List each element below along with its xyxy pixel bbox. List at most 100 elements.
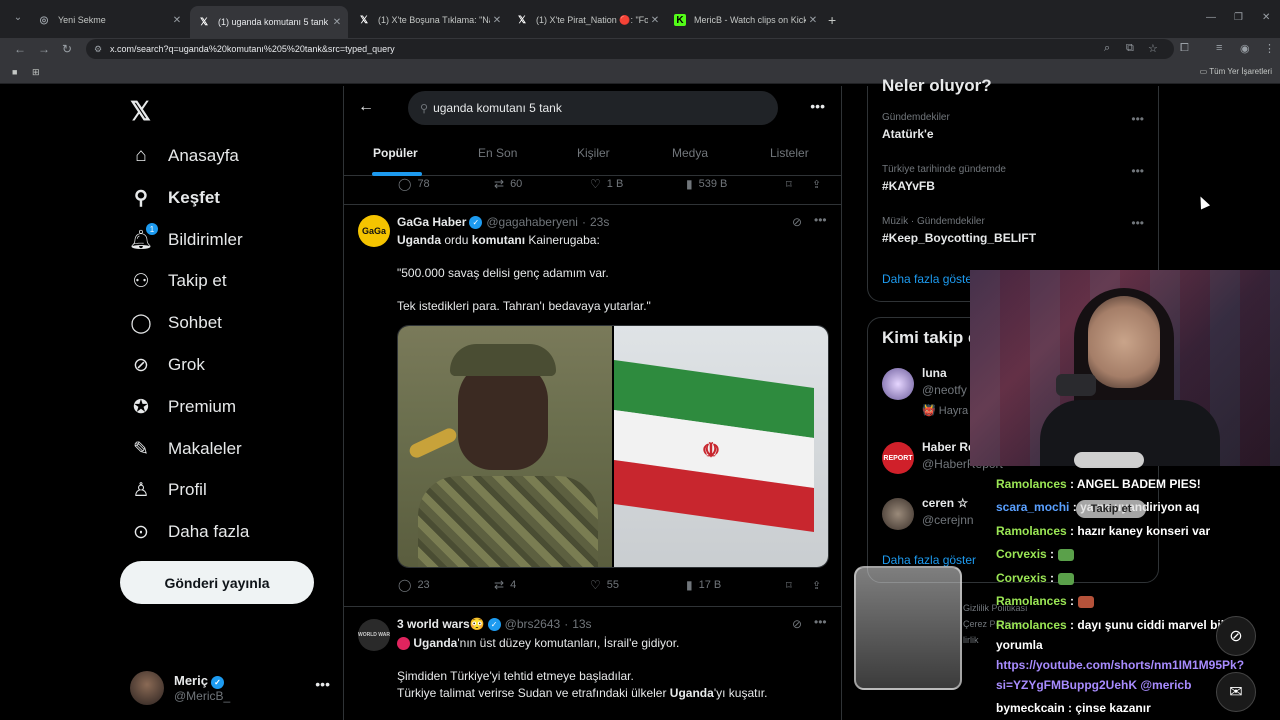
like-button[interactable]: ♡ 1 B (590, 177, 686, 191)
author-handle[interactable]: @brs2643 (505, 617, 561, 631)
repost-button[interactable]: ⇄ 4 (494, 578, 590, 592)
avatar[interactable]: GaGa (358, 215, 390, 247)
trend-item[interactable]: Müzik · Gündemdekiler #Keep_Boycotting_B… (882, 216, 1152, 245)
tab-x-pirat[interactable]: 𝕏 (1) X'te Pirat_Nation 🔴: "Form ✕ (508, 8, 666, 32)
chat-mention[interactable]: @mericb (1140, 678, 1191, 692)
search-input[interactable]: ⚲ uganda komutanı 5 tank (408, 91, 778, 125)
views-button[interactable]: ▮ 17 B (686, 578, 786, 592)
address-bar[interactable]: ⚙ x.com/search?q=uganda%20komutanı%205%2… (86, 39, 1174, 59)
more-icon[interactable]: ••• (1131, 216, 1144, 230)
trend-item[interactable]: Türkiye tarihinde gündemde #KAYvFB ••• (882, 164, 1152, 193)
site-info-icon[interactable]: ⚙ (94, 39, 102, 59)
back-arrow-icon[interactable]: ← (358, 98, 374, 116)
follow-show-more[interactable]: Daha fazla göster (882, 553, 976, 567)
tab-new[interactable]: ◎ Yeni Sekme ✕ (30, 8, 188, 32)
install-icon[interactable]: ⧉ (1126, 42, 1134, 55)
trends-show-more[interactable]: Daha fazla göster (882, 272, 976, 286)
window-close-icon[interactable]: ✕ (1262, 12, 1270, 23)
nav-premium[interactable]: ✪ Premium (130, 392, 236, 422)
tweet[interactable]: WORLD WAR 3 world wars😳 ✓ @brs2643 · 13s ⊘ •… (344, 606, 841, 720)
tab-search-results[interactable]: 𝕏 (1) uganda komutanı 5 tank - A ✕ (190, 6, 348, 38)
tab-kick[interactable]: K MericB - Watch clips on Kick ✕ (666, 8, 824, 32)
reload-icon[interactable]: ↻ (62, 42, 72, 56)
chat-link[interactable]: https://youtube.com/shorts/nm1IM1M95Pk?s… (996, 658, 1244, 692)
close-icon[interactable]: ✕ (170, 15, 184, 26)
account-switcher[interactable]: Meriç ✓ @MericB_ ••• (130, 668, 330, 708)
message-fab-icon[interactable]: ✉ (1216, 672, 1256, 712)
maximize-icon[interactable]: ❐ (1234, 12, 1243, 23)
flag-photo[interactable]: ☫ (614, 326, 828, 567)
profile-icon[interactable]: ◉ (1240, 42, 1250, 55)
more-icon[interactable]: ••• (1131, 164, 1144, 178)
nav-follow[interactable]: ⚇ Takip et (130, 266, 226, 296)
nav-notifications[interactable]: 🔔︎ 1 Bildirimler (129, 223, 243, 255)
tab-x-nakit[interactable]: 𝕏 (1) X'te Boşuna Tıklama: "Nakit ✕ (350, 8, 508, 32)
media-icon[interactable]: ≡ (1216, 42, 1222, 54)
all-bookmarks[interactable]: ▭ Tüm Yer İşaretleri (1200, 67, 1272, 76)
more-icon[interactable]: ••• (1131, 112, 1144, 126)
tab-latest[interactable]: En Son (478, 146, 517, 160)
grid-icon[interactable]: ⊞ (32, 67, 40, 78)
more-icon[interactable]: ••• (814, 615, 827, 629)
commander-photo[interactable] (398, 326, 612, 567)
tweet-time[interactable]: 23s (590, 215, 609, 229)
nav-more[interactable]: ⊙ Daha fazla (130, 517, 249, 547)
tweet-media[interactable]: ☫ (397, 325, 829, 568)
close-icon[interactable]: ✕ (330, 17, 344, 28)
chat-icon: ◯ (130, 312, 152, 334)
tab-search-icon[interactable]: ⌄ (10, 12, 26, 26)
new-tab-button[interactable]: + (828, 12, 836, 28)
nav-articles[interactable]: ✎ Makaleler (130, 434, 242, 464)
grok-icon[interactable]: ⊘ (792, 617, 802, 631)
browser-tabbar: ⌄ ◎ Yeni Sekme ✕ 𝕏 (1) uganda komutanı 5… (0, 0, 1280, 38)
tweet[interactable]: GaGa GaGa Haber ✓ @gagahaberyeni · 23s ⊘ •••… (344, 204, 841, 606)
minimize-icon[interactable]: — (1206, 12, 1216, 23)
nav-profile[interactable]: ♙ Profil (130, 475, 206, 505)
follow-button[interactable]: Takip et (1076, 500, 1146, 518)
tab-label: MericB - Watch clips on Kick (694, 15, 806, 25)
nav-home[interactable]: ⌂ Anasayfa (130, 141, 239, 171)
bookmark-icon[interactable]: ⌑ (786, 178, 812, 191)
close-icon[interactable]: ✕ (806, 15, 820, 26)
bookmark-icon[interactable]: ⌑ (786, 579, 812, 592)
nav-label: Bildirimler (168, 230, 243, 249)
author-name[interactable]: 3 world wars😳 (397, 617, 485, 631)
back-arrow-icon[interactable]: ← (14, 42, 26, 56)
author-name[interactable]: GaGa Haber (397, 215, 466, 229)
share-icon[interactable]: ⇪ (812, 579, 821, 592)
post-button[interactable]: Gönderi yayınla (120, 561, 314, 604)
share-icon[interactable]: ⇪ (812, 178, 821, 191)
extensions-icon[interactable]: ⧠ (1180, 42, 1189, 55)
menu-icon[interactable]: ⋮ (1264, 42, 1275, 55)
views-button[interactable]: ▮ 539 B (686, 177, 786, 191)
close-icon[interactable]: ✕ (648, 15, 662, 26)
more-icon[interactable]: ••• (315, 676, 330, 692)
trend-item[interactable]: Gündemdekiler Atatürk'e ••• (882, 112, 1152, 141)
tweet-time[interactable]: 13s (572, 617, 591, 631)
nav-explore[interactable]: ⚲ Keşfet (130, 183, 220, 213)
suggestion-name: luna (922, 366, 947, 380)
grok-icon[interactable]: ⊘ (792, 215, 802, 229)
close-icon[interactable]: ✕ (490, 15, 504, 26)
grok-fab-icon[interactable]: ⊘ (1216, 616, 1256, 656)
reply-button[interactable]: ◯ 23 (398, 578, 494, 592)
forward-arrow-icon[interactable]: → (38, 42, 50, 56)
tab-media[interactable]: Medya (672, 146, 708, 160)
like-button[interactable]: ♡ 55 (590, 578, 686, 592)
chat-user: Ramolances (996, 594, 1067, 608)
reply-button[interactable]: ◯ 78 (398, 177, 494, 191)
zoom-icon[interactable]: ⌕ (1104, 42, 1110, 55)
more-icon[interactable]: ••• (814, 213, 827, 227)
more-icon[interactable]: ••• (810, 98, 825, 114)
bookmark-star-icon[interactable]: ☆ (1148, 42, 1158, 55)
repost-button[interactable]: ⇄ 60 (494, 177, 590, 191)
apps-icon[interactable]: ■ (12, 67, 17, 77)
nav-chat[interactable]: ◯ Sohbet (130, 308, 222, 338)
author-handle[interactable]: @gagahaberyeni (486, 215, 578, 229)
x-logo-icon[interactable]: 𝕏 (130, 96, 151, 127)
tab-lists[interactable]: Listeler (770, 146, 809, 160)
tab-people[interactable]: Kişiler (577, 146, 610, 160)
tab-popular[interactable]: Popüler (373, 146, 418, 160)
avatar[interactable]: WORLD WAR (358, 619, 390, 651)
nav-grok[interactable]: ⊘ Grok (130, 350, 205, 380)
